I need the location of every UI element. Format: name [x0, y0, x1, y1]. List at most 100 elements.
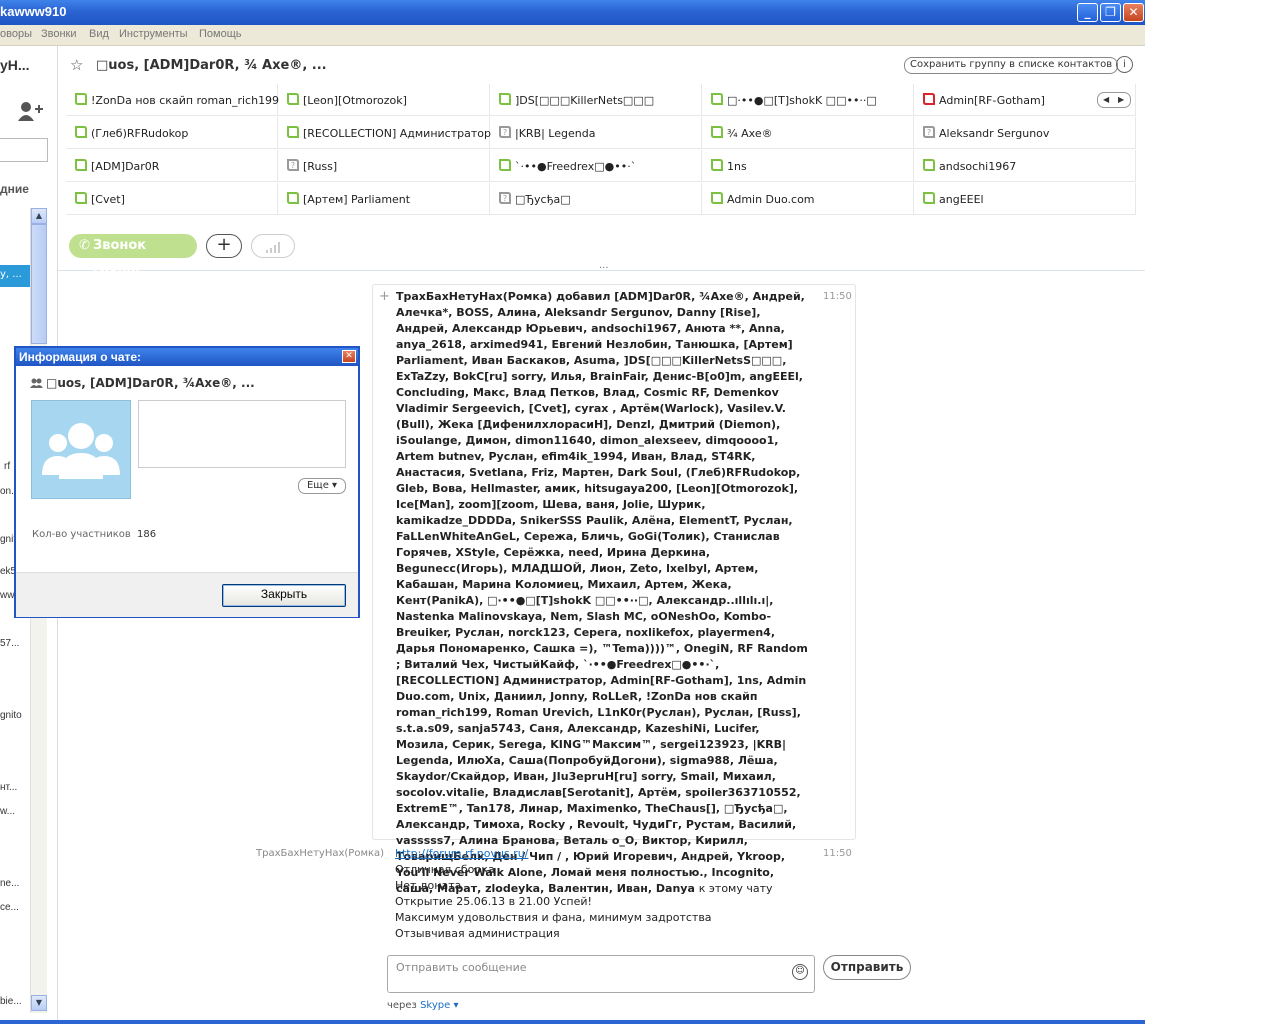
participant-name: [Cvet]	[91, 193, 125, 206]
call-group-button[interactable]: ✆ Звонок группе	[69, 234, 197, 277]
online-status-icon	[75, 126, 87, 138]
group-avatar-icon	[42, 423, 120, 479]
service-selector[interactable]: Skype	[420, 1000, 450, 1011]
profile-name[interactable]: уН...	[0, 57, 30, 73]
close-window-button[interactable]: ✕	[1123, 3, 1144, 22]
participant-cell[interactable]: □·••●□[T]shokK □□••··□	[702, 84, 914, 116]
list-item[interactable]: ne...	[0, 878, 19, 889]
selected-item[interactable]: у, ...	[0, 265, 30, 287]
conversation-title: □uos, [ADM]Dar0R, ¾ Axe®, ...	[96, 58, 327, 73]
menu-help[interactable]: Помощь	[199, 28, 242, 40]
chevron-right-icon[interactable]: ▶	[1118, 93, 1124, 106]
online-status-icon	[711, 93, 723, 105]
list-item[interactable]: ce...	[0, 902, 19, 913]
maximize-button[interactable]: ❐	[1100, 3, 1121, 22]
forum-link[interactable]: http://forum.rf-novus.ru/	[395, 846, 825, 862]
list-item[interactable]: нт...	[0, 782, 17, 793]
participant-cell[interactable]: ? □Ђусђа□	[490, 183, 702, 215]
message-text: ТрахБахНетуНах(Ромка) добавил [ADM]Dar0R…	[396, 289, 812, 897]
participant-cell[interactable]: ]DS[□□□KillerNets□□□	[490, 84, 702, 116]
expand-dots[interactable]: ...	[599, 260, 609, 271]
emoticon-icon[interactable]: ☺	[792, 964, 808, 980]
list-item[interactable]: w...	[0, 806, 15, 817]
minimize-button[interactable]: _	[1077, 3, 1098, 22]
favorite-star-icon[interactable]: ☆	[70, 56, 83, 74]
message-time: 11:50	[823, 291, 852, 302]
chevron-down-icon[interactable]: ▾	[453, 1000, 458, 1011]
group-name: □uos, [ADM]Dar0R, ¾Axe®, ...	[46, 376, 255, 390]
online-status-icon	[923, 159, 935, 171]
message-input[interactable]	[394, 960, 790, 975]
more-button[interactable]: Еще ▾	[298, 478, 346, 494]
svg-text:?: ?	[503, 194, 507, 203]
participant-cell[interactable]: andsochi1967	[914, 150, 1136, 182]
participant-cell[interactable]: [Leon][Otmorozok]	[278, 84, 490, 116]
message-input-box[interactable]: ☺	[387, 955, 815, 993]
unknown-status-icon: ?	[923, 126, 935, 138]
phone-icon: ✆	[79, 238, 90, 253]
participant-cell[interactable]: 1ns	[702, 150, 914, 182]
list-item[interactable]: ww	[0, 590, 14, 601]
menu-view[interactable]: Вид	[89, 28, 109, 40]
list-item[interactable]: 57...	[0, 638, 19, 649]
participant-cell[interactable]: ? |KRB| Legenda	[490, 117, 702, 149]
call-group-label: Звонок группе	[93, 238, 147, 277]
search-field[interactable]	[0, 138, 48, 162]
online-status-icon	[923, 192, 935, 204]
participant-cell[interactable]: `·••●Freedrex□●••·`	[490, 150, 702, 182]
participant-cell[interactable]: (Глеб)RFRudokop	[66, 117, 278, 149]
participant-name: angEEEl	[939, 193, 984, 206]
chevron-left-icon[interactable]: ◀	[1103, 93, 1109, 106]
online-status-icon	[75, 192, 87, 204]
recent-label: дние	[0, 182, 29, 196]
participant-cell[interactable]: [Cvet]	[66, 183, 278, 215]
offline-status-icon	[923, 93, 935, 105]
close-dialog-button[interactable]: Закрыть	[222, 584, 346, 607]
system-message: + 11:50 ТрахБахНетуНах(Ромка) добавил [A…	[372, 284, 856, 895]
description-field[interactable]	[138, 400, 346, 468]
participant-cell[interactable]: !ZonDa нов скайп roman_rich199	[66, 84, 280, 116]
menu-calls[interactable]: Звонки	[41, 28, 77, 40]
info-icon[interactable]: i	[1116, 56, 1133, 73]
scroll-thumb[interactable]	[31, 224, 47, 344]
add-contact-icon[interactable]	[18, 101, 44, 121]
menu-tools[interactable]: Инструменты	[119, 28, 188, 40]
chat-message: http://forum.rf-novus.ru/ Отличная сборк…	[395, 846, 825, 942]
participant-cell[interactable]: ¾ Axe®	[702, 117, 914, 149]
selected-item-label: у, ...	[0, 269, 22, 280]
added-list: ТрахБахНетуНах(Ромка) добавил [ADM]Dar0R…	[396, 290, 808, 895]
participant-name: [ADM]Dar0R	[91, 160, 160, 173]
save-group-button[interactable]: Сохранить группу в списке контактов	[904, 57, 1119, 74]
unknown-status-icon: ?	[499, 192, 511, 204]
online-status-icon	[287, 126, 299, 138]
window-title: kawww910	[0, 4, 67, 19]
participant-cell[interactable]: Admin Duo.com	[702, 183, 914, 215]
menu-contacts[interactable]: оворы	[0, 28, 32, 40]
send-button[interactable]: Отправить	[823, 955, 911, 980]
more-label: Еще	[306, 480, 329, 491]
dialog-close-icon[interactable]: ✕	[342, 350, 356, 363]
add-participant-button[interactable]: +	[206, 234, 242, 258]
menu-bar: оворы Звонки Вид Инструменты Помощь	[0, 25, 1145, 46]
list-item[interactable]: rf	[4, 461, 10, 472]
participant-cell[interactable]: ? Aleksandr Sergunov	[914, 117, 1136, 149]
participant-name: andsochi1967	[939, 160, 1017, 173]
group-avatar[interactable]	[31, 400, 131, 499]
scroll-down-icon[interactable]: ▼	[31, 995, 47, 1011]
call-quality-button[interactable]	[251, 234, 295, 258]
participant-cell[interactable]: ? [Russ]	[278, 150, 490, 182]
participant-name: Aleksandr Sergunov	[939, 127, 1050, 140]
participant-cell[interactable]: [RECOLLECTION] Администратор	[278, 117, 491, 149]
participant-name: 1ns	[727, 160, 747, 173]
scroll-up-icon[interactable]: ▲	[31, 208, 47, 224]
participant-name: ]DS[□□□KillerNets□□□	[515, 94, 655, 107]
participant-name: !ZonDa нов скайп roman_rich199	[91, 94, 280, 107]
list-item[interactable]: gnito	[0, 710, 22, 721]
participant-pager[interactable]: ◀ ▶	[1097, 92, 1131, 108]
participant-cell[interactable]: [ADM]Dar0R	[66, 150, 278, 182]
participant-cell[interactable]: [Артем] Parliament	[278, 183, 490, 215]
list-item[interactable]: bie...	[0, 996, 22, 1007]
participant-cell[interactable]: Admin[RF-Gotham] ◀ ▶	[914, 84, 1136, 116]
participant-cell[interactable]: angEEEl	[914, 183, 1136, 215]
message-sender[interactable]: ТрахБахНетуНах(Ромка)	[256, 848, 384, 859]
